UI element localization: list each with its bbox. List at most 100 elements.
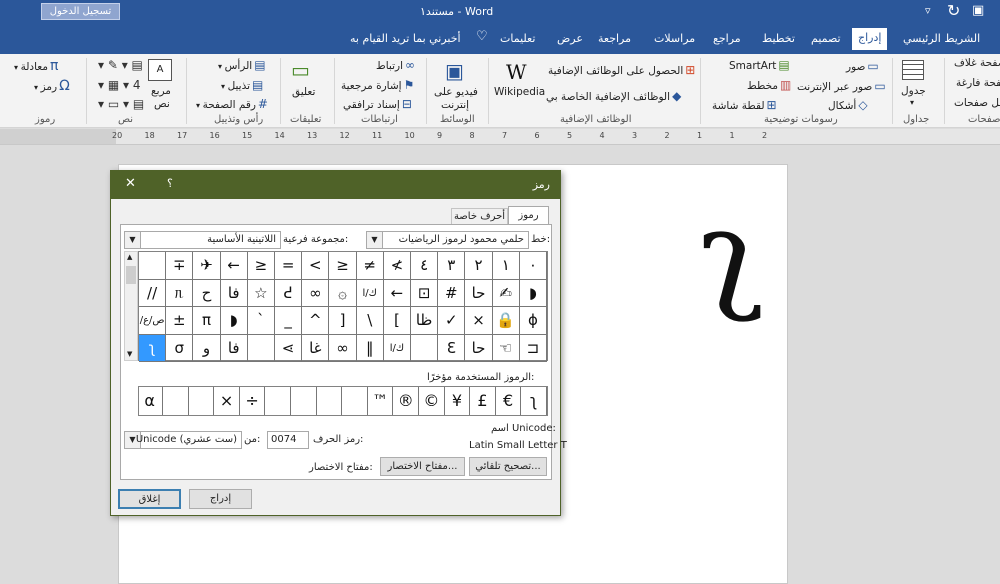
link-button[interactable]: ارتباط ∞ <box>376 58 415 72</box>
close-button[interactable]: إغلاق <box>118 489 181 509</box>
recent-symbol-cell[interactable]: ® <box>393 387 419 415</box>
symbol-cell[interactable]: < <box>302 252 330 280</box>
smartart-button[interactable]: SmartArt ▤ <box>729 58 790 72</box>
online-pictures-button[interactable]: صور عبر الإنترنت ▭ <box>797 79 886 93</box>
symbol-cell[interactable]: ‖ <box>356 334 384 362</box>
symbol-cell[interactable] <box>139 252 167 280</box>
symbol-cell[interactable]: # <box>438 279 466 307</box>
recent-symbol-cell[interactable]: ¥ <box>445 387 471 415</box>
tab-references[interactable]: مراجع <box>713 32 741 45</box>
chart-button[interactable]: مخطط ▥ <box>747 78 791 92</box>
shortcut-key-button[interactable]: مفتاح الاختصار... <box>380 457 465 476</box>
symbol-cell[interactable]: ٢ <box>465 252 493 280</box>
symbol-cell[interactable]: ١ <box>492 252 520 280</box>
page-break-button[interactable]: فاصل صفحات <box>954 97 1000 109</box>
help-icon[interactable]: ؟ <box>167 177 173 190</box>
symbol-cell[interactable]: ٤ <box>411 252 439 280</box>
symbol-cell[interactable]: \ <box>356 307 384 335</box>
grid-scrollbar[interactable]: ▲ ▼ <box>124 251 138 361</box>
comment-button[interactable]: تعليق <box>292 86 315 98</box>
symbol-cell[interactable]: فا <box>220 334 248 362</box>
symbol-cell[interactable]: ◗ <box>220 307 248 335</box>
quick-parts-icon[interactable]: ▾ ✎ ▾ ▤ <box>98 58 143 72</box>
get-addins-button[interactable]: الحصول على الوظائف الإضافية ⊞ <box>548 63 695 77</box>
wikipedia-button[interactable]: Wikipedia <box>494 86 545 98</box>
recent-symbol-cell[interactable]: ʅ <box>521 387 547 415</box>
symbol-cell[interactable]: ☜ <box>492 334 520 362</box>
symbol-cell[interactable]: ◗ <box>519 279 547 307</box>
tab-view[interactable]: عرض <box>557 32 583 45</box>
symbol-cell[interactable] <box>247 334 275 362</box>
symbol-cell[interactable]: ٣ <box>438 252 466 280</box>
symbol-cell[interactable]: ⊡ <box>411 279 439 307</box>
recent-symbol-cell[interactable] <box>342 387 368 415</box>
scroll-up-icon[interactable]: ▲ <box>127 253 132 261</box>
symbol-cell[interactable]: ⋖ <box>275 334 303 362</box>
my-addins-button[interactable]: الوظائف الإضافية الخاصة بي ◆ <box>546 89 681 103</box>
symbol-cell[interactable]: ≥ <box>329 252 357 280</box>
symbol-cell[interactable] <box>411 334 439 362</box>
save-icon[interactable]: ▣ <box>972 3 984 18</box>
symbol-cell[interactable]: ✓ <box>438 307 466 335</box>
symbol-cell[interactable]: σ <box>166 334 194 362</box>
symbol-cell[interactable]: × <box>465 307 493 335</box>
symbol-cell[interactable]: π <box>193 307 221 335</box>
symbol-cell[interactable]: ] <box>329 307 357 335</box>
symbol-cell[interactable]: حا <box>465 279 493 307</box>
symbol-cell[interactable]: ʅ <box>139 334 167 362</box>
cover-page-button[interactable]: صفحة غلاف <box>954 57 1000 69</box>
symbol-cell[interactable]: و <box>193 334 221 362</box>
symbol-cell[interactable]: ᕍ <box>275 279 303 307</box>
symbol-cell[interactable]: فا <box>220 279 248 307</box>
signin-button[interactable]: تسجيل الدخول <box>41 3 120 20</box>
recent-symbol-cell[interactable] <box>265 387 291 415</box>
shapes-button[interactable]: أشكال ◇ <box>828 98 868 112</box>
recent-symbol-cell[interactable]: © <box>419 387 445 415</box>
scroll-down-icon[interactable]: ▼ <box>127 350 132 358</box>
symbol-cell[interactable]: ^ <box>302 307 330 335</box>
symbol-cell[interactable]: ∞ <box>329 334 357 362</box>
symbol-cell[interactable]: _ <box>275 307 303 335</box>
symbol-cell[interactable]: ص/ع/س <box>139 307 167 335</box>
bookmark-button[interactable]: إشارة مرجعية ⚑ <box>341 78 414 92</box>
symbol-cell[interactable]: ≠ <box>356 252 384 280</box>
tab-review[interactable]: مراجعة <box>598 32 631 45</box>
symbol-cell[interactable]: حا <box>465 334 493 362</box>
scroll-thumb[interactable] <box>126 266 136 284</box>
symbol-cell[interactable]: ٠ <box>519 252 547 280</box>
symbol-cell[interactable]: 🔒 <box>492 307 520 335</box>
symbol-cell[interactable]: ظا <box>411 307 439 335</box>
online-video-button-line2[interactable]: إنترنت <box>441 99 469 111</box>
cross-reference-button[interactable]: إسناد ترافقي ⊟ <box>343 97 412 111</box>
symbol-cell[interactable]: // <box>139 279 167 307</box>
dropcap-icon[interactable]: ▾ ▭ ▾ ▤ <box>98 97 144 111</box>
close-icon[interactable]: ✕ <box>125 176 136 191</box>
screenshot-button[interactable]: لقطة شاشة ⊞ <box>712 98 777 112</box>
tab-insert[interactable]: إدراج <box>852 28 888 50</box>
tab-design[interactable]: تصميم <box>811 32 841 45</box>
symbol-cell[interactable]: = <box>275 252 303 280</box>
symbol-cell[interactable]: ← <box>383 279 411 307</box>
symbol-cell[interactable]: ح <box>193 279 221 307</box>
recent-symbol-cell[interactable] <box>291 387 317 415</box>
recent-symbol-cell[interactable]: × <box>214 387 240 415</box>
font-dropdown[interactable]: ▼ حلمي محمود لرموز الرياضيات <box>366 231 529 249</box>
recent-symbol-cell[interactable]: α <box>137 387 163 415</box>
char-code-input[interactable]: 0074 <box>267 431 309 449</box>
page-number-button[interactable]: ▾ رقم الصفحة # <box>196 97 268 111</box>
symbol-button[interactable]: ▾ رمز Ω <box>34 78 70 94</box>
tab-special-characters[interactable]: أحرف خاصة <box>451 208 508 225</box>
tab-mailings[interactable]: مراسلات <box>654 32 695 45</box>
text-box-button-line2[interactable]: نص <box>154 98 170 110</box>
symbol-cell[interactable]: ← <box>220 252 248 280</box>
tell-me-box[interactable]: أخبرني بما تريد القيام به <box>350 32 461 45</box>
recent-symbol-cell[interactable]: ™ <box>368 387 394 415</box>
recent-symbol-cell[interactable] <box>189 387 215 415</box>
symbol-cell[interactable]: ∞ <box>302 279 330 307</box>
equation-button[interactable]: ▾ معادلة π <box>14 58 58 74</box>
redo-icon[interactable]: ↻ <box>947 1 960 20</box>
recent-symbol-cell[interactable]: € <box>496 387 522 415</box>
blank-page-button[interactable]: صفحة فارغة <box>956 77 1000 89</box>
text-box-button[interactable]: مربع <box>151 85 171 97</box>
symbol-cell[interactable]: ` <box>247 307 275 335</box>
